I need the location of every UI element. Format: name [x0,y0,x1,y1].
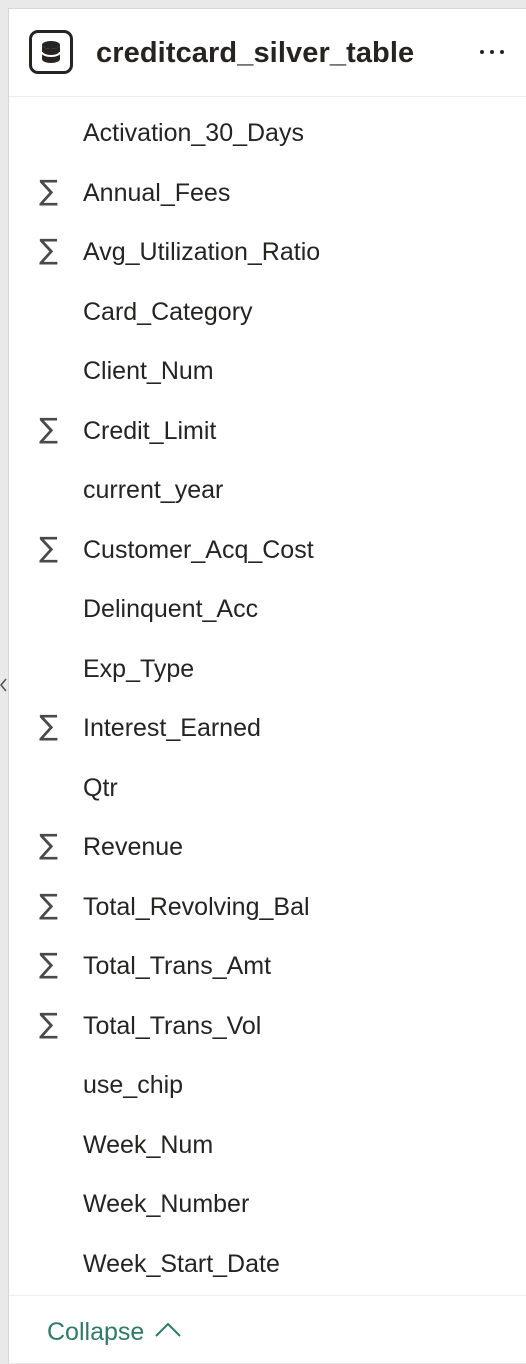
field-item[interactable]: Week_Num [9,1114,526,1174]
field-item[interactable]: ∑ Total_Trans_Amt [9,935,526,995]
field-item[interactable]: Week_Number [9,1173,526,1233]
field-label: Qtr [83,773,118,802]
field-item[interactable]: ∑ Total_Trans_Vol [9,995,526,1055]
field-item[interactable]: ∑ Customer_Acq_Cost [9,519,526,579]
field-label: Delinquent_Acc [83,595,259,623]
more-options-icon [480,50,484,54]
sigma-icon: ∑ [39,411,58,445]
field-label: Total_Trans_Amt [83,952,272,980]
field-item[interactable]: current_year [9,459,526,519]
collapse-label: Collapse [47,1318,145,1346]
field-label: Card_Category [83,297,253,326]
sigma-icon: ∑ [39,1006,58,1040]
field-label: Interest_Earned [83,714,261,742]
field-label: Revenue [83,833,184,861]
field-list: Activation_30_Days ∑ Annual_Fees ∑ Avg_Utili… [9,102,526,1292]
field-label: use_chip [83,1071,184,1099]
more-options-button[interactable] [472,33,512,69]
field-label: Activation_30_Days [83,119,304,147]
field-label: Total_Revolving_Bal [83,892,310,921]
field-label: Week_Number [83,1190,250,1218]
table-name[interactable]: creditcard_silver_table [96,36,414,70]
pane-footer: Collapse [9,1295,526,1364]
field-item[interactable]: ∑ Total_Revolving_Bal [9,876,526,936]
field-item[interactable]: ∑ Revenue [9,816,526,876]
field-item[interactable]: Client_Num [9,340,526,400]
field-label: current_year [83,476,224,504]
field-label: Customer_Acq_Cost [83,535,314,564]
field-item[interactable]: Card_Category [9,281,526,341]
field-item[interactable]: ∑ Avg_Utilization_Ratio [9,221,526,281]
field-label: Client_Num [83,357,214,385]
collapse-button[interactable]: Collapse [47,1316,183,1352]
field-item[interactable]: use_chip [9,1054,526,1114]
sigma-icon: ∑ [39,530,58,564]
field-item[interactable]: ∑ Interest_Earned [9,697,526,757]
field-item[interactable]: Delinquent_Acc [9,578,526,638]
sigma-icon: ∑ [39,828,58,861]
field-item[interactable]: ∑ Credit_Limit [9,400,526,460]
pane-edge-chevron-icon[interactable] [0,673,8,697]
field-label: Total_Trans_Vol [83,1011,262,1040]
field-label: Avg_Utilization_Ratio [83,238,321,266]
field-label: Credit_Limit [83,416,217,445]
sigma-icon: ∑ [39,709,58,742]
field-label: Week_Start_Date [83,1249,280,1278]
field-label: Annual_Fees [83,178,231,207]
database-icon [29,30,73,74]
table-header[interactable]: creditcard_silver_table [9,9,526,97]
chevron-up-icon [153,1320,183,1345]
field-item[interactable]: Qtr [9,757,526,817]
sigma-icon: ∑ [39,233,58,266]
field-item[interactable]: ∑ Annual_Fees [9,162,526,222]
sigma-icon: ∑ [39,173,58,207]
field-label: Exp_Type [83,654,195,683]
sigma-icon: ∑ [39,887,58,921]
field-item[interactable]: Exp_Type [9,638,526,698]
sigma-icon: ∑ [39,947,58,980]
field-item[interactable]: Week_Start_Date [9,1233,526,1293]
fields-pane: creditcard_silver_table Activation_30_Da… [8,8,526,1363]
field-item[interactable]: Activation_30_Days [9,102,526,162]
field-label: Week_Num [83,1130,214,1159]
